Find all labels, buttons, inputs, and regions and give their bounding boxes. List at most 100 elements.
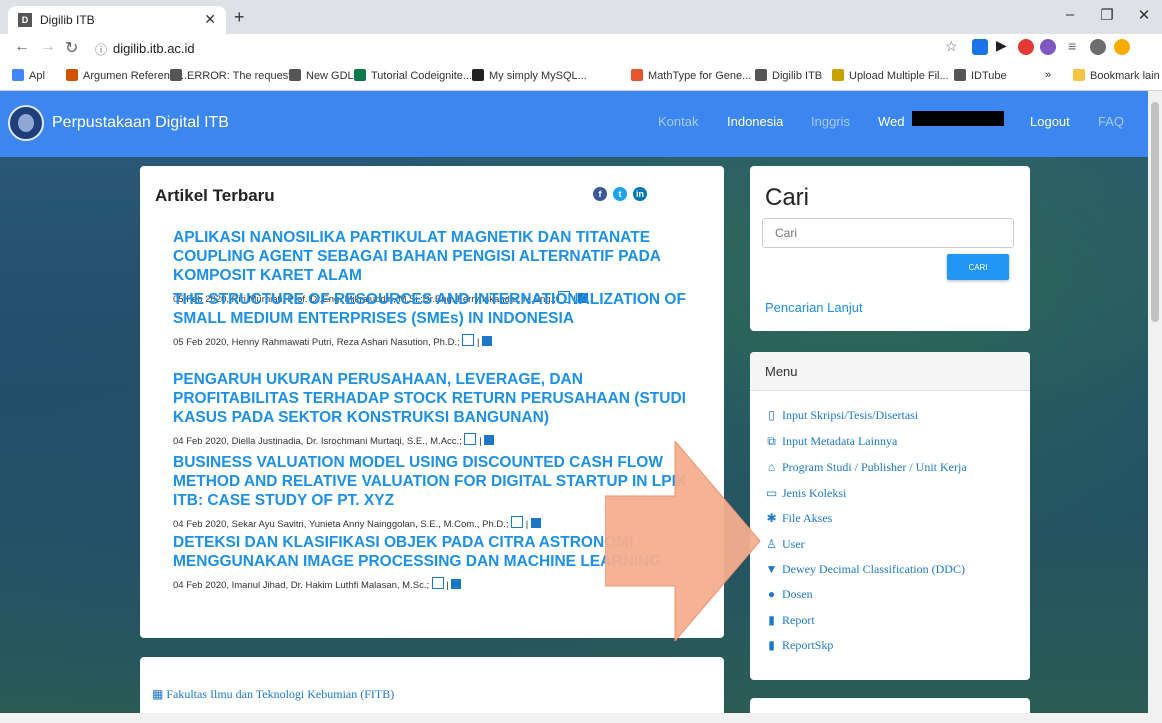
- bookmark-item[interactable]: Upload Multiple Fil...: [832, 69, 949, 82]
- bookmark-item[interactable]: Tutorial Codeignite...: [354, 69, 472, 82]
- article-title-link[interactable]: PENGARUH UKURAN PERUSAHAAN, LEVERAGE, DA…: [173, 370, 693, 427]
- edit-icon[interactable]: [511, 516, 524, 528]
- menu-item-ddc[interactable]: ▼ Dewey Decimal Classification (DDC): [765, 562, 965, 577]
- folder-icon: ▭: [765, 486, 778, 500]
- reload-icon[interactable]: ↻: [65, 38, 78, 58]
- facebook-icon[interactable]: f: [593, 187, 607, 201]
- search-input[interactable]: [762, 218, 1014, 248]
- cast-icon[interactable]: [972, 39, 988, 55]
- bookmark-item[interactable]: Apl: [12, 69, 45, 82]
- menu-title: Menu: [765, 364, 798, 379]
- nav-user[interactable]: Wed: [878, 114, 905, 129]
- advanced-search-link[interactable]: Pencarian Lanjut: [765, 300, 863, 315]
- profile-avatar-icon[interactable]: [1090, 39, 1106, 55]
- close-tab-icon[interactable]: ✕: [204, 11, 216, 28]
- menu-item-input-skripsi[interactable]: ▯ Input Skripsi/Tesis/Disertasi: [765, 408, 918, 423]
- faculty-link[interactable]: ▦ Fakultas Ilmu dan Teknologi Kebumian (…: [152, 687, 394, 702]
- close-window-icon[interactable]: ✕: [1129, 6, 1159, 24]
- bookmark-overflow[interactable]: »: [1045, 69, 1051, 81]
- cv-icon: [832, 69, 844, 81]
- user-circle-icon: ●: [767, 587, 776, 601]
- extension-red-icon[interactable]: [1018, 39, 1034, 55]
- digilib-icon: [755, 69, 767, 81]
- back-icon[interactable]: ←: [14, 38, 30, 56]
- menu-item-file-akses[interactable]: ✱ File Akses: [765, 511, 832, 526]
- trash-icon[interactable]: [451, 579, 462, 589]
- scrollbar-thumb[interactable]: [1151, 102, 1159, 322]
- bookmarks-bar: Apl Argumen Referensi... ERROR: The reques…: [0, 64, 1162, 91]
- extension-purple-icon[interactable]: [1040, 39, 1056, 55]
- menu-item-input-metadata[interactable]: ⧉ Input Metadata Lainnya: [765, 434, 897, 449]
- github-icon: [472, 69, 484, 81]
- bookmark-item[interactable]: IDTube: [954, 69, 1007, 82]
- nav-indonesia[interactable]: Indonesia: [727, 114, 783, 129]
- nav-kontak[interactable]: Kontak: [658, 114, 698, 129]
- new-tab-icon[interactable]: +: [234, 7, 245, 28]
- reading-list-icon[interactable]: ≡: [1068, 38, 1076, 54]
- folder-icon: [1073, 69, 1085, 81]
- file-text-icon: ▮: [768, 613, 775, 627]
- forward-icon[interactable]: →: [40, 38, 56, 56]
- menu-item-jenis-koleksi[interactable]: ▭ Jenis Koleksi: [765, 486, 847, 501]
- bookmark-star-icon[interactable]: ☆: [945, 38, 958, 55]
- article-title-link[interactable]: APLIKASI NANOSILIKA PARTIKULAT MAGNETIK …: [173, 228, 693, 285]
- linkedin-icon[interactable]: in: [633, 187, 647, 201]
- file-text-icon: ▮: [768, 638, 775, 652]
- bookmark-item[interactable]: MathType for Gene...: [631, 69, 751, 82]
- bookmark-item[interactable]: My simply MySQL...: [472, 69, 587, 82]
- site-navbar: Perpustakaan Digital ITB Kontak Indonesi…: [0, 91, 1148, 157]
- url-text: digilib.itb.ac.id: [113, 41, 195, 56]
- article-item: THE STRUCTURE OF RESOURCES AND INTERNATI…: [173, 290, 693, 348]
- gear-icon: ✱: [766, 511, 777, 525]
- edit-icon[interactable]: [431, 577, 444, 589]
- digilib-icon: [289, 69, 301, 81]
- filter-icon: ▼: [765, 562, 778, 576]
- minimize-icon[interactable]: –: [1055, 6, 1085, 23]
- menu-item-dosen[interactable]: ● Dosen: [765, 587, 813, 602]
- other-bookmarks[interactable]: Bookmark lain: [1073, 69, 1160, 82]
- article-meta: 05 Feb 2020, Henny Rahmawati Putri, Reza…: [173, 334, 693, 348]
- update-badge-icon[interactable]: [1114, 39, 1130, 55]
- search-button[interactable]: CARI: [947, 254, 1009, 280]
- globe-icon: [170, 69, 182, 81]
- bookmark-item[interactable]: Digilib ITB: [755, 69, 822, 82]
- bookmark-item[interactable]: Argumen Referensi...: [66, 69, 187, 82]
- info-icon[interactable]: ⓘ: [95, 41, 107, 58]
- menu-item-user[interactable]: ♙ User: [765, 537, 805, 552]
- edit-icon[interactable]: [464, 433, 477, 445]
- trash-icon[interactable]: [530, 518, 541, 528]
- search-title: Cari: [765, 184, 810, 211]
- horizontal-scrollbar[interactable]: [0, 713, 1162, 723]
- nav-faq[interactable]: FAQ: [1098, 114, 1124, 129]
- menu-item-program-studi[interactable]: ⌂ Program Studi / Publisher / Unit Kerja: [765, 460, 967, 475]
- play-icon[interactable]: ▶: [996, 37, 1007, 54]
- annotation-arrow: [605, 441, 761, 641]
- site-brand[interactable]: Perpustakaan Digital ITB: [52, 114, 229, 132]
- bookmark-item[interactable]: ERROR: The request...: [170, 69, 301, 82]
- tab-title: Digilib ITB: [40, 13, 95, 27]
- trash-icon[interactable]: [482, 336, 493, 346]
- itb-logo-icon[interactable]: [8, 105, 44, 141]
- sidebar-card-bottom: [750, 698, 1030, 713]
- search-card: Cari CARI Pencarian Lanjut: [750, 166, 1030, 331]
- apps-icon: [12, 69, 24, 81]
- trash-icon[interactable]: [484, 435, 495, 445]
- edit-icon[interactable]: [462, 334, 475, 346]
- mathtype-icon: [631, 69, 643, 81]
- menu-header: Menu: [750, 352, 1030, 391]
- menu-item-reportskp[interactable]: ▮ ReportSkp: [765, 638, 833, 653]
- address-bar[interactable]: ⓘ digilib.itb.ac.id: [95, 38, 935, 60]
- page-viewport: Perpustakaan Digital ITB Kontak Indonesi…: [0, 91, 1148, 713]
- twitter-icon[interactable]: t: [613, 187, 627, 201]
- restore-icon[interactable]: ❐: [1092, 6, 1122, 24]
- globe-icon: [354, 69, 366, 81]
- menu-item-report[interactable]: ▮ Report: [765, 613, 814, 628]
- articles-title: Artikel Terbaru: [155, 186, 275, 205]
- nav-logout[interactable]: Logout: [1030, 114, 1070, 129]
- article-title-link[interactable]: THE STRUCTURE OF RESOURCES AND INTERNATI…: [173, 290, 693, 328]
- digilib-favicon-icon: D: [18, 13, 32, 27]
- nav-inggris[interactable]: Inggris: [811, 114, 850, 129]
- user-icon: ♙: [766, 537, 777, 551]
- browser-tab[interactable]: D Digilib ITB ✕: [8, 6, 226, 34]
- bookmark-item[interactable]: New GDL: [289, 69, 354, 82]
